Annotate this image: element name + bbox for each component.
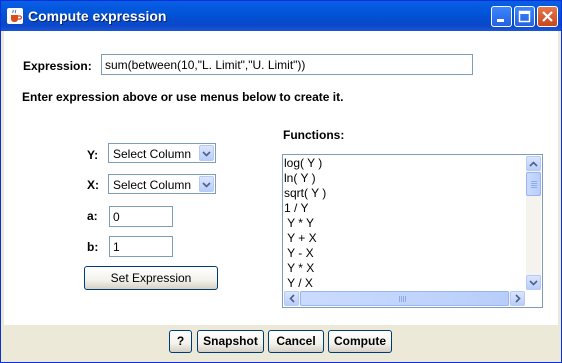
x-select-value: Select Column — [113, 178, 192, 192]
chevron-down-icon[interactable] — [199, 176, 214, 192]
y-column-select[interactable]: Select Column — [108, 143, 216, 163]
list-item[interactable]: Y - X — [284, 246, 313, 260]
list-item[interactable]: Y * X — [284, 261, 314, 275]
x-label: X: — [87, 178, 99, 192]
b-input[interactable] — [109, 236, 173, 257]
vertical-scroll-thumb[interactable] — [526, 172, 541, 196]
b-label: b: — [87, 240, 99, 254]
title-bar[interactable]: Compute expression — [1, 1, 561, 31]
cancel-button[interactable]: Cancel — [268, 330, 324, 353]
java-cup-icon — [7, 8, 23, 24]
content-panel: Expression: Enter expression above or us… — [4, 31, 558, 325]
close-icon[interactable] — [537, 6, 558, 27]
set-expression-button[interactable]: Set Expression — [84, 266, 218, 290]
a-input[interactable] — [109, 206, 173, 227]
instruction-text: Enter expression above or use menus belo… — [22, 90, 344, 104]
y-select-value: Select Column — [113, 147, 192, 161]
list-item[interactable]: Y / X — [284, 276, 313, 290]
snapshot-button[interactable]: Snapshot — [197, 330, 264, 353]
chevron-down-icon[interactable] — [526, 275, 541, 290]
list-item[interactable]: sqrt( Y ) — [284, 186, 326, 200]
list-item[interactable]: Y + X — [284, 231, 316, 245]
expression-label: Expression: — [23, 59, 92, 73]
button-bar: ? Snapshot Cancel Compute — [4, 325, 558, 360]
chevron-up-icon[interactable] — [526, 156, 541, 171]
list-item[interactable]: ln( Y ) — [284, 171, 316, 185]
vertical-scrollbar[interactable] — [526, 156, 541, 290]
minimize-icon[interactable] — [491, 6, 512, 27]
compute-button[interactable]: Compute — [328, 330, 392, 353]
list-item[interactable]: log( Y ) — [284, 156, 322, 170]
chevron-right-icon[interactable] — [510, 291, 525, 306]
x-column-select[interactable]: Select Column — [108, 174, 216, 194]
window-title: Compute expression — [28, 8, 167, 24]
chevron-down-icon[interactable] — [199, 145, 214, 161]
horizontal-scroll-thumb[interactable] — [300, 291, 509, 306]
expression-input[interactable] — [101, 54, 473, 75]
functions-list[interactable]: log( Y ) ln( Y ) sqrt( Y ) 1 / Y Y * Y Y… — [282, 154, 543, 308]
horizontal-scrollbar[interactable] — [284, 291, 525, 306]
y-label: Y: — [87, 148, 99, 162]
a-label: a: — [87, 209, 98, 223]
functions-label: Functions: — [283, 128, 345, 142]
list-item[interactable]: Y * Y — [284, 216, 314, 230]
help-button[interactable]: ? — [169, 330, 192, 353]
list-item[interactable]: 1 / Y — [284, 201, 308, 215]
chevron-left-icon[interactable] — [284, 291, 299, 306]
maximize-icon[interactable] — [514, 6, 535, 27]
compute-expression-dialog: Compute expression Expression: Enter exp… — [0, 0, 562, 363]
